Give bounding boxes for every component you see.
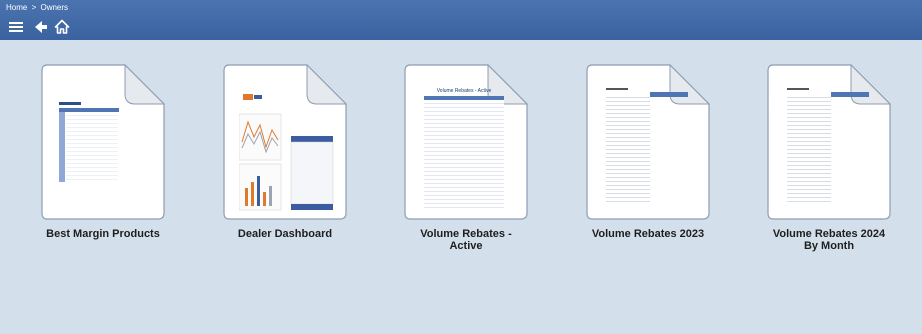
breadcrumb-home-link[interactable]: Home xyxy=(6,3,27,12)
breadcrumb: Home > Owners xyxy=(6,3,68,12)
report-title[interactable]: Best Margin Products xyxy=(23,228,183,240)
dashboard-preview xyxy=(239,92,335,212)
report-title-text-line-2: Active xyxy=(449,240,483,252)
spreadsheet-preview xyxy=(59,102,119,182)
back-arrow-icon[interactable] xyxy=(33,19,49,35)
report-thumbnail[interactable] xyxy=(767,64,891,220)
report-tile-dealer-dashboard[interactable]: Dealer Dashboard xyxy=(223,64,347,240)
report-thumbnail[interactable] xyxy=(223,64,347,220)
list-preview xyxy=(606,88,650,212)
list-preview xyxy=(787,88,831,212)
report-title-text: Volume Rebates 2024 xyxy=(772,228,886,240)
report-title-text: Volume Rebates - xyxy=(420,228,512,240)
report-title[interactable]: Volume Rebates - Active xyxy=(386,228,546,252)
header-band-preview xyxy=(831,92,869,97)
breadcrumb-separator: > xyxy=(31,3,37,12)
preview-heading: Volume Rebates - Active xyxy=(436,88,492,94)
report-title[interactable]: Dealer Dashboard xyxy=(205,228,365,240)
breadcrumb-current: Owners xyxy=(40,3,69,12)
report-tile-volume-rebates-2023[interactable]: Volume Rebates 2023 xyxy=(586,64,710,240)
report-thumbnail[interactable] xyxy=(41,64,165,220)
report-thumbnail[interactable]: Volume Rebates - Active xyxy=(404,64,528,220)
report-thumbnail[interactable] xyxy=(586,64,710,220)
report-tile-volume-rebates-2024-by-month[interactable]: Volume Rebates 2024 By Month xyxy=(767,64,891,252)
hamburger-menu-icon[interactable] xyxy=(8,19,24,35)
top-toolbar: Home > Owners xyxy=(0,0,922,40)
report-tile-volume-rebates-active[interactable]: Volume Rebates - Active Volume Rebates -… xyxy=(404,64,528,252)
header-band-preview xyxy=(650,92,688,97)
table-preview: Volume Rebates - Active xyxy=(424,88,504,212)
report-title-text-line-2: By Month xyxy=(803,240,855,252)
report-tile-best-margin-products[interactable]: Best Margin Products xyxy=(41,64,165,240)
report-title[interactable]: Volume Rebates 2023 xyxy=(568,228,728,240)
report-title[interactable]: Volume Rebates 2024 By Month xyxy=(749,228,909,252)
home-icon[interactable] xyxy=(54,19,70,35)
